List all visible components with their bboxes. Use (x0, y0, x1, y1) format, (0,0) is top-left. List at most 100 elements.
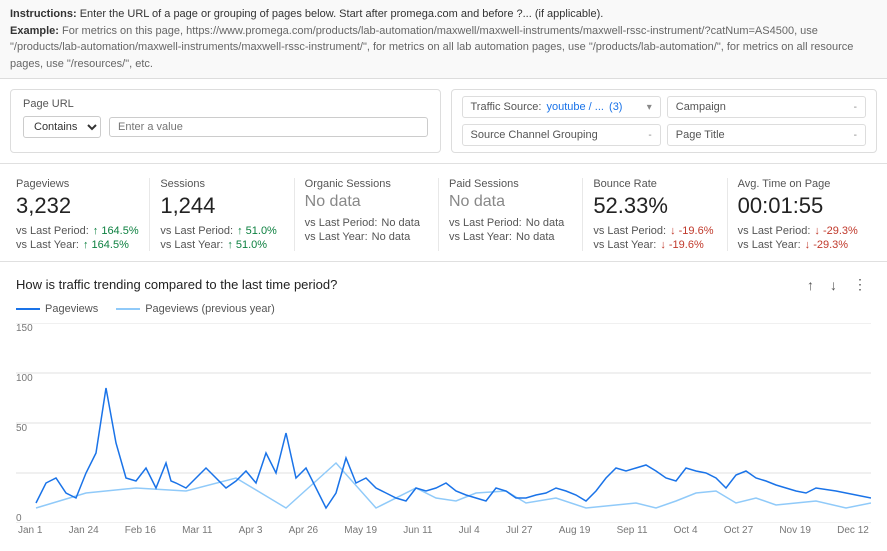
metric-year-sessions: vs Last Year: ↑ 51.0% (160, 239, 283, 251)
metric-col-pageviews: Pageviews 3,232 vs Last Period: ↑ 164.5%… (16, 178, 150, 251)
metric-period-paid-sessions: vs Last Period: No data (449, 217, 572, 229)
metric-label-pageviews: Pageviews (16, 178, 139, 190)
traffic-source-value: youtube / ... (546, 101, 603, 113)
metric-year-organic-sessions: vs Last Year: No data (305, 231, 428, 243)
instructions-text: Enter the URL of a page or grouping of p… (80, 8, 604, 20)
chart-controls: ↑ ↓ ⋮ (803, 274, 871, 295)
metric-year-paid-sessions: vs Last Year: No data (449, 231, 572, 243)
metric-period-avg-time: vs Last Period: ↓ -29.3% (738, 225, 861, 237)
page-url-row: Contains (23, 116, 428, 138)
page-title-label: Page Title (676, 129, 725, 141)
chart-down-btn[interactable]: ↓ (826, 275, 841, 295)
traffic-source-arrow: ▾ (647, 102, 652, 113)
metric-label-avg-time: Avg. Time on Page (738, 178, 861, 190)
chart-section: How is traffic trending compared to the … (0, 262, 887, 544)
example-label: Example: (10, 25, 59, 37)
metric-value-pageviews: 3,232 (16, 193, 139, 219)
metric-value-avg-time: 00:01:55 (738, 193, 861, 219)
x-axis-label: Jan 1 (18, 525, 42, 536)
campaign-label: Campaign (676, 101, 726, 113)
legend-line-pageviews-prev (116, 308, 140, 310)
page-url-label: Page URL (23, 98, 428, 110)
metric-period-sessions: vs Last Period: ↑ 51.0% (160, 225, 283, 237)
metric-col-sessions: Sessions 1,244 vs Last Period: ↑ 51.0% v… (150, 178, 294, 251)
x-axis-label: Oct 4 (674, 525, 698, 536)
metric-value-organic-sessions: No data (305, 193, 428, 211)
svg-text:50: 50 (16, 423, 28, 434)
metric-col-paid-sessions: Paid Sessions No data vs Last Period: No… (439, 178, 583, 251)
chart-legend: Pageviews Pageviews (previous year) (16, 303, 871, 315)
metric-compare-avg-time: vs Last Period: ↓ -29.3% vs Last Year: ↓… (738, 225, 861, 251)
contains-select[interactable]: Contains (23, 116, 101, 138)
page-url-filter: Page URL Contains (10, 89, 441, 153)
traffic-source-count: (3) (609, 101, 622, 113)
source-channel-chip[interactable]: Source Channel Grouping - (462, 124, 661, 146)
metric-compare-pageviews: vs Last Period: ↑ 164.5% vs Last Year: ↑… (16, 225, 139, 251)
metric-label-paid-sessions: Paid Sessions (449, 178, 572, 190)
legend-label-pageviews: Pageviews (45, 303, 98, 315)
legend-item-pageviews: Pageviews (16, 303, 98, 315)
chart-area: 150 100 50 0 (16, 323, 871, 523)
instructions-bar: Instructions: Enter the URL of a page or… (0, 0, 887, 79)
svg-text:100: 100 (16, 373, 33, 384)
x-axis-label: Mar 11 (182, 525, 212, 536)
instructions-label: Instructions: (10, 8, 77, 20)
metric-label-bounce-rate: Bounce Rate (593, 178, 716, 190)
metric-col-avg-time: Avg. Time on Page 00:01:55 vs Last Perio… (728, 178, 871, 251)
legend-line-pageviews (16, 308, 40, 310)
filter-section: Page URL Contains Traffic Source: youtub… (0, 79, 887, 164)
x-axis-label: Jul 27 (506, 525, 533, 536)
metric-value-paid-sessions: No data (449, 193, 572, 211)
campaign-arrow: - (854, 102, 857, 113)
x-axis-label: Oct 27 (724, 525, 753, 536)
chart-title: How is traffic trending compared to the … (16, 277, 337, 292)
page-title-arrow: - (854, 130, 857, 141)
x-axis-label: Nov 19 (779, 525, 811, 536)
chart-header: How is traffic trending compared to the … (16, 274, 871, 295)
x-axis-label: Dec 12 (837, 525, 869, 536)
metric-compare-organic-sessions: vs Last Period: No data vs Last Year: No… (305, 217, 428, 243)
example-text: For metrics on this page, https://www.pr… (10, 25, 853, 70)
x-axis-label: Sep 11 (617, 525, 648, 536)
page-title-chip[interactable]: Page Title - (667, 124, 866, 146)
metric-value-bounce-rate: 52.33% (593, 193, 716, 219)
metric-year-bounce-rate: vs Last Year: ↓ -19.6% (593, 239, 716, 251)
metric-compare-paid-sessions: vs Last Period: No data vs Last Year: No… (449, 217, 572, 243)
legend-label-pageviews-prev: Pageviews (previous year) (145, 303, 275, 315)
x-axis-label: Feb 16 (125, 525, 156, 536)
campaign-chip[interactable]: Campaign - (667, 96, 866, 118)
x-axis-labels: Jan 1 Jan 24 Feb 16 Mar 11 Apr 3 Apr 26 May 19… (16, 523, 871, 536)
right-filters: Traffic Source: youtube / ... (3) ▾ Camp… (451, 89, 878, 153)
svg-text:0: 0 (16, 513, 22, 523)
metric-value-sessions: 1,244 (160, 193, 283, 219)
x-axis-label: Jan 24 (69, 525, 99, 536)
metric-period-organic-sessions: vs Last Period: No data (305, 217, 428, 229)
metrics-section: Pageviews 3,232 vs Last Period: ↑ 164.5%… (0, 164, 887, 262)
metric-col-bounce-rate: Bounce Rate 52.33% vs Last Period: ↓ -19… (583, 178, 727, 251)
metric-year-avg-time: vs Last Year: ↓ -29.3% (738, 239, 861, 251)
metric-period-bounce-rate: vs Last Period: ↓ -19.6% (593, 225, 716, 237)
chart-up-btn[interactable]: ↑ (803, 275, 818, 295)
x-axis-label: Aug 19 (559, 525, 591, 536)
metric-label-sessions: Sessions (160, 178, 283, 190)
metric-year-pageviews: vs Last Year: ↑ 164.5% (16, 239, 139, 251)
x-axis-label: Jun 11 (403, 525, 432, 536)
x-axis-label: Jul 4 (459, 525, 480, 536)
chart-menu-btn[interactable]: ⋮ (849, 274, 871, 295)
source-channel-arrow: - (648, 130, 651, 141)
metric-compare-bounce-rate: vs Last Period: ↓ -19.6% vs Last Year: ↓… (593, 225, 716, 251)
legend-item-pageviews-prev: Pageviews (previous year) (116, 303, 275, 315)
traffic-source-chip[interactable]: Traffic Source: youtube / ... (3) ▾ (462, 96, 661, 118)
source-channel-label: Source Channel Grouping (471, 129, 598, 141)
metric-period-pageviews: vs Last Period: ↑ 164.5% (16, 225, 139, 237)
url-input[interactable] (109, 117, 428, 137)
traffic-source-label: Traffic Source: youtube / ... (3) (471, 101, 623, 113)
metric-label-organic-sessions: Organic Sessions (305, 178, 428, 190)
metric-col-organic-sessions: Organic Sessions No data vs Last Period:… (295, 178, 439, 251)
chart-svg: 150 100 50 0 (16, 323, 871, 523)
metric-compare-sessions: vs Last Period: ↑ 51.0% vs Last Year: ↑ … (160, 225, 283, 251)
x-axis-label: Apr 26 (289, 525, 318, 536)
svg-text:150: 150 (16, 323, 33, 334)
x-axis-label: May 19 (344, 525, 377, 536)
x-axis-label: Apr 3 (239, 525, 263, 536)
